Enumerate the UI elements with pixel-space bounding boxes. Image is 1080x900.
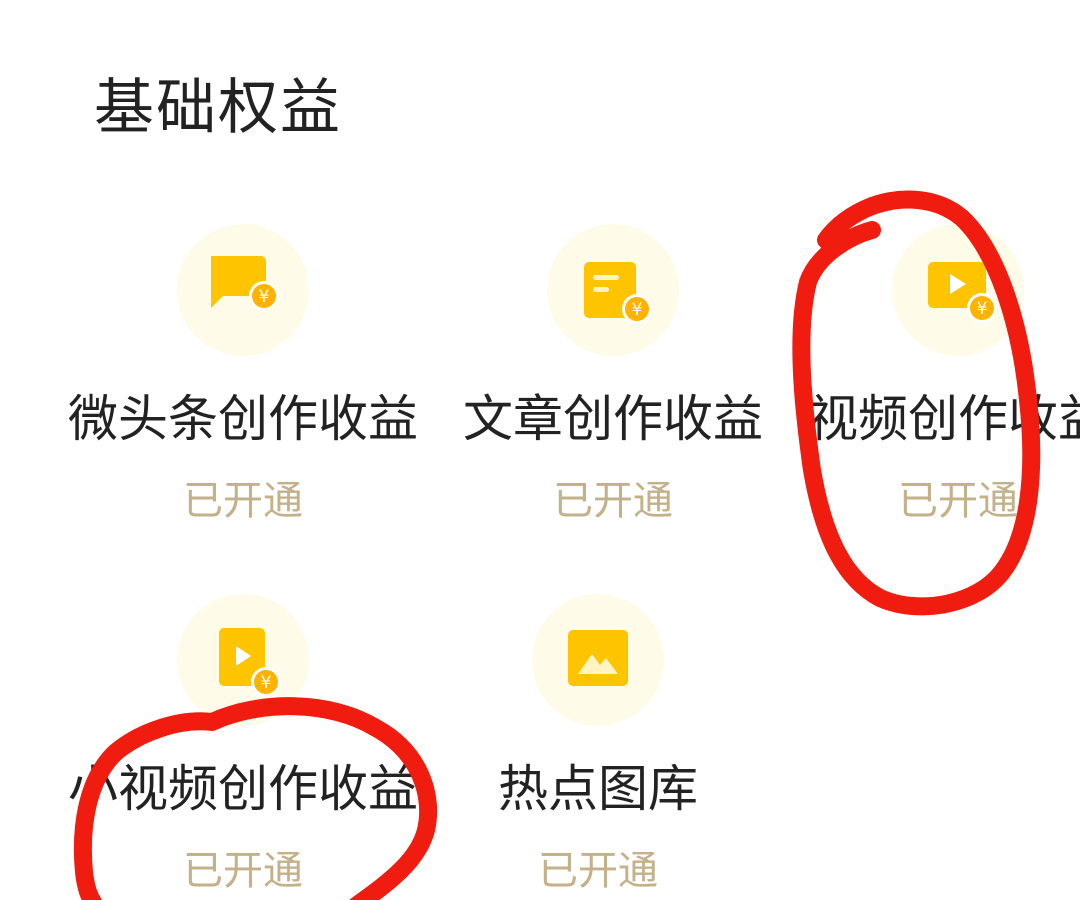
chat-bubble-yuan-icon: ¥ [211, 256, 279, 311]
benefit-item-weitoutiao[interactable]: ¥ 微头条创作收益 已开通 [43, 224, 443, 544]
image-gallery-icon [568, 630, 628, 686]
benefit-status: 已开通 [538, 848, 658, 894]
benefits-page: 基础权益 ¥ 微头条创作收益 已开通 ¥ 文章创作收益 已开通 ¥ 视频创作收益… [0, 0, 1080, 900]
benefit-item-article[interactable]: ¥ 文章创作收益 已开通 [413, 224, 813, 544]
svg-text:¥: ¥ [261, 673, 272, 693]
benefit-item-hot-gallery[interactable]: 热点图库 已开通 [398, 594, 798, 900]
svg-text:¥: ¥ [259, 287, 270, 307]
benefit-icon-wrapper [532, 594, 664, 726]
benefit-icon-wrapper: ¥ [177, 594, 309, 726]
section-title: 基础权益 [94, 73, 342, 143]
benefit-status: 已开通 [183, 478, 303, 524]
benefit-icon-wrapper: ¥ [892, 224, 1024, 356]
benefit-status: 已开通 [183, 848, 303, 894]
mini-video-yuan-icon: ¥ [219, 628, 281, 697]
benefit-icon-wrapper: ¥ [547, 224, 679, 356]
benefit-item-video[interactable]: ¥ 视频创作收益 已开通 [758, 224, 1080, 544]
benefit-item-mini-video[interactable]: ¥ 小视频创作收益 已开通 [43, 594, 443, 900]
document-yuan-icon: ¥ [584, 262, 652, 324]
benefit-name: 视频创作收益 [808, 390, 1080, 448]
benefit-status: 已开通 [553, 478, 673, 524]
benefit-icon-wrapper: ¥ [177, 224, 309, 356]
benefit-status: 已开通 [898, 478, 1018, 524]
svg-text:¥: ¥ [977, 299, 988, 319]
benefit-name: 微头条创作收益 [68, 390, 418, 448]
svg-text:¥: ¥ [632, 300, 643, 320]
benefit-name: 小视频创作收益 [68, 760, 418, 818]
video-play-yuan-icon: ¥ [928, 262, 997, 323]
benefit-name: 热点图库 [498, 760, 698, 818]
benefit-name: 文章创作收益 [463, 390, 763, 448]
